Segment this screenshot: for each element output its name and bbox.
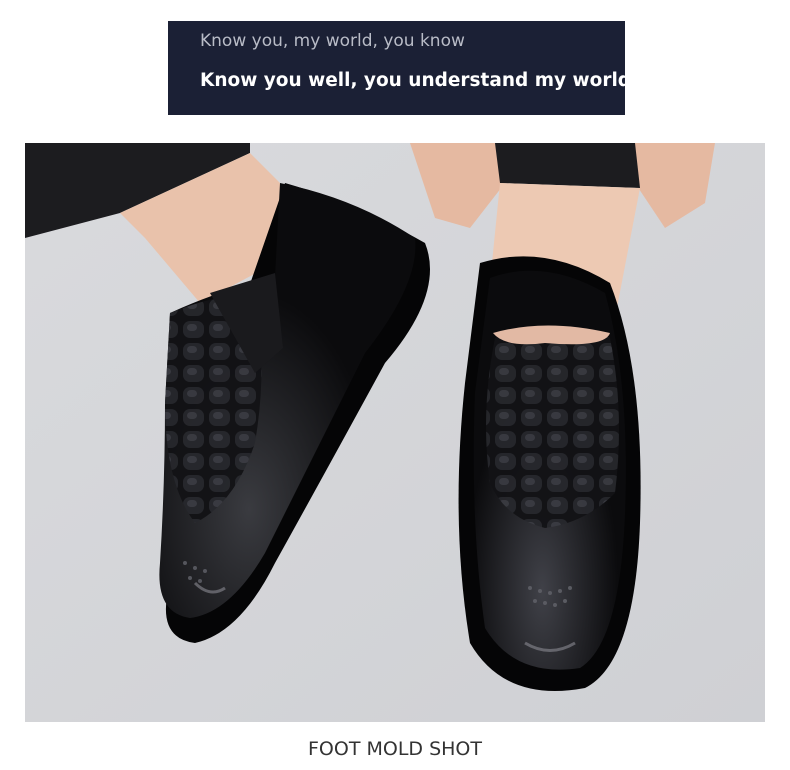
photo-caption: FOOT MOLD SHOT: [308, 738, 482, 760]
shoes-illustration: [25, 143, 765, 722]
banner-title: Know you well, you understand my world.: [200, 70, 639, 91]
header-banner: Know you, my world, you know Know you we…: [168, 21, 638, 115]
right-trouser: [495, 143, 640, 188]
product-photo: [25, 143, 765, 722]
banner-subtitle: Know you, my world, you know: [200, 31, 465, 51]
